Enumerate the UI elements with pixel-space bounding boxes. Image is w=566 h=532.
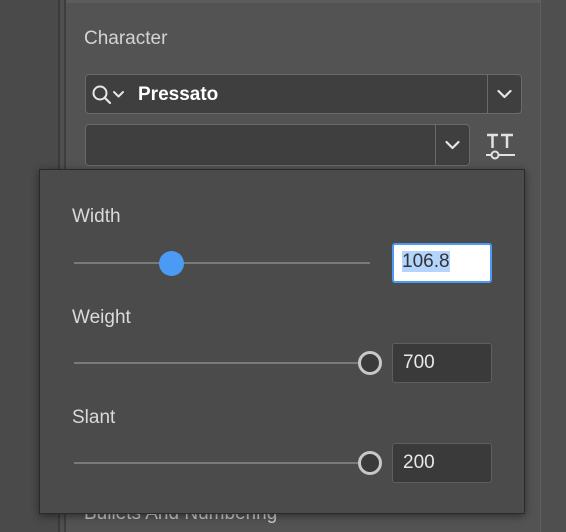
font-family-combo[interactable]: Pressato: [85, 74, 522, 114]
section-title-character: Character: [84, 28, 168, 49]
panel-right-edge: [540, 0, 541, 532]
chevron-down-icon[interactable]: [488, 75, 521, 113]
slider-knob-width[interactable]: [159, 250, 185, 276]
panel-top-edge: [66, 0, 540, 3]
slider-track-slant[interactable]: [74, 462, 370, 464]
axis-label-width: Width: [72, 206, 121, 227]
value-field-width[interactable]: 106.8: [392, 243, 492, 283]
slider-track-weight[interactable]: [74, 362, 370, 364]
variable-font-popover: Width 106.8 Weight 700 Slant 200: [39, 169, 525, 514]
value-field-weight[interactable]: 700: [392, 343, 492, 383]
value-field-slant[interactable]: 200: [392, 443, 492, 483]
variable-font-icon[interactable]: [484, 130, 518, 164]
axis-label-slant: Slant: [72, 407, 116, 428]
axis-label-weight: Weight: [72, 307, 131, 328]
slider-track-width[interactable]: [74, 262, 370, 264]
font-style-combo[interactable]: [85, 124, 470, 166]
search-icon[interactable]: [90, 83, 128, 107]
slider-knob-weight[interactable]: [358, 351, 382, 375]
slider-knob-slant[interactable]: [358, 451, 382, 475]
chevron-down-icon[interactable]: [436, 125, 469, 165]
font-family-value[interactable]: Pressato: [138, 84, 218, 106]
